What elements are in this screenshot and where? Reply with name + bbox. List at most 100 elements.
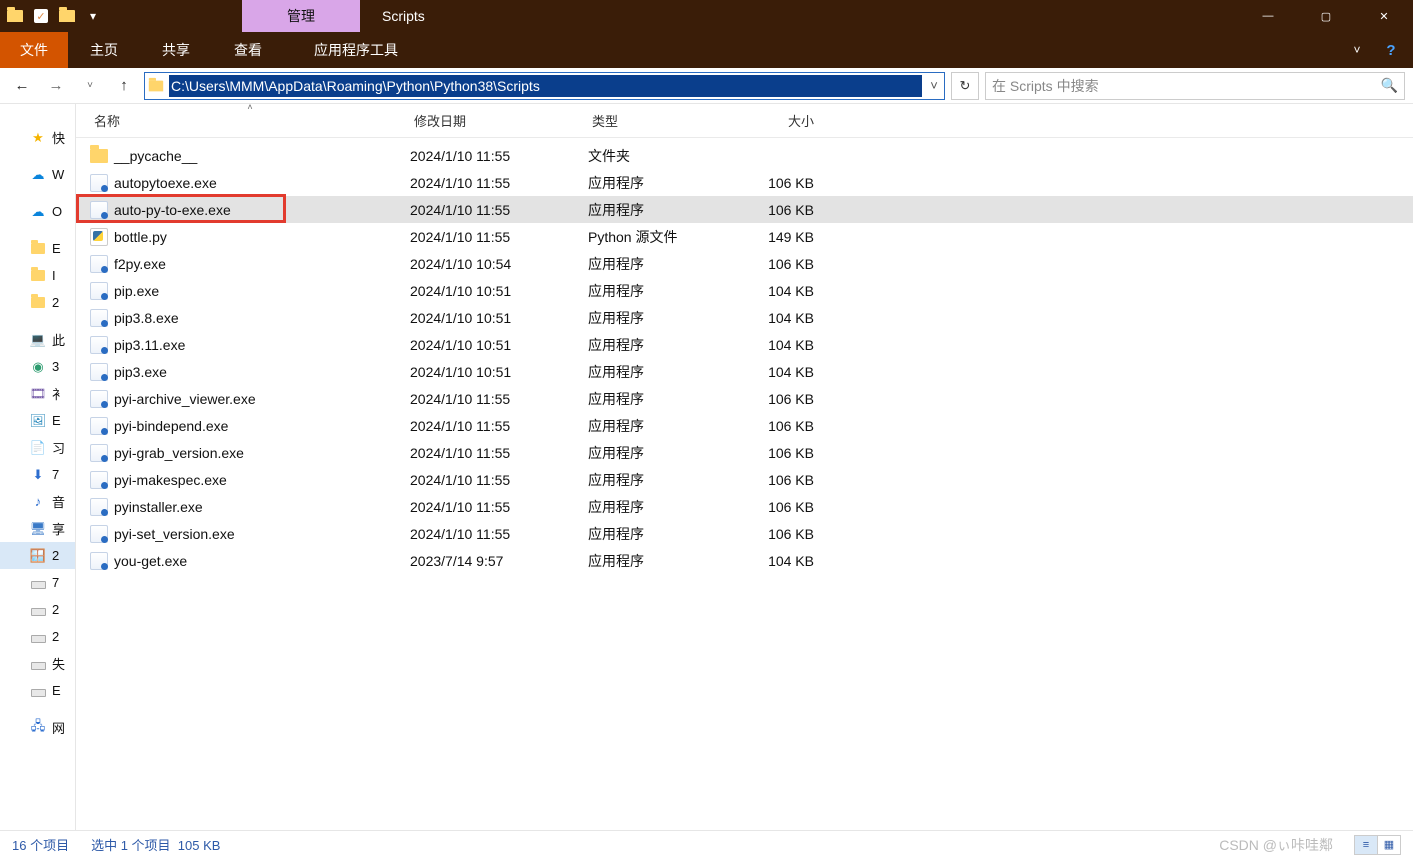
sidebar-item[interactable]: 🖥享 xyxy=(0,515,75,542)
file-size: 106 KB xyxy=(768,391,814,407)
sidebar-item[interactable]: 🖧网 xyxy=(0,714,75,741)
file-date: 2024/1/10 10:51 xyxy=(410,310,511,326)
sidebar-item-label: 衤 xyxy=(52,384,65,403)
file-name: auto-py-to-exe.exe xyxy=(114,202,231,218)
sidebar-item[interactable]: 💻此 xyxy=(0,326,75,353)
sidebar-item[interactable]: 7 xyxy=(0,569,75,596)
sidebar-item[interactable]: E xyxy=(0,677,75,704)
ribbon-tab-view[interactable]: 查看 xyxy=(212,32,284,68)
search-input[interactable] xyxy=(992,78,1381,94)
collapse-ribbon-icon[interactable]: ˅ xyxy=(1345,38,1369,62)
file-row[interactable]: pip3.8.exe2024/1/10 10:51应用程序104 KB xyxy=(76,304,1413,331)
file-row[interactable]: pip3.exe2024/1/10 10:51应用程序104 KB xyxy=(76,358,1413,385)
address-dropdown-icon[interactable]: ˅ xyxy=(924,78,944,93)
sidebar-item[interactable]: ☁W xyxy=(0,161,75,188)
ribbon-tab-share[interactable]: 共享 xyxy=(140,32,212,68)
sidebar-item[interactable]: 2 xyxy=(0,596,75,623)
details-view-button[interactable]: ≡ xyxy=(1354,835,1378,855)
file-row[interactable]: pip.exe2024/1/10 10:51应用程序104 KB xyxy=(76,277,1413,304)
column-date[interactable]: 修改日期 xyxy=(410,104,588,137)
file-date: 2024/1/10 11:55 xyxy=(410,499,510,515)
close-button[interactable]: ✕ xyxy=(1355,0,1413,32)
search-icon[interactable]: 🔍 xyxy=(1381,77,1398,94)
help-icon[interactable]: ? xyxy=(1379,38,1403,62)
address-bar[interactable]: ˅ xyxy=(144,72,945,100)
exe-icon xyxy=(90,471,108,489)
ribbon-tab-home[interactable]: 主页 xyxy=(68,32,140,68)
file-row[interactable]: pyi-bindepend.exe2024/1/10 11:55应用程序106 … xyxy=(76,412,1413,439)
watermark: CSDN @ぃ咔哇鄰 xyxy=(1219,835,1333,855)
sidebar-item[interactable]: 2 xyxy=(0,623,75,650)
file-date: 2024/1/10 10:51 xyxy=(410,364,511,380)
sidebar-item-label: E xyxy=(52,241,61,256)
ribbon-tab-file[interactable]: 文件 xyxy=(0,32,68,68)
maximize-button[interactable]: ▢ xyxy=(1297,0,1355,32)
ribbon-tabs: 文件 主页 共享 查看 应用程序工具 ˅ ? xyxy=(0,32,1413,68)
selection-info: 选中 1 个项目 105 KB xyxy=(91,835,220,854)
properties-icon[interactable]: ✓ xyxy=(32,7,50,25)
file-row[interactable]: you-get.exe2023/7/14 9:57应用程序104 KB xyxy=(76,547,1413,574)
refresh-button[interactable]: ↻ xyxy=(951,72,979,100)
file-row[interactable]: __pycache__2024/1/10 11:55文件夹 xyxy=(76,142,1413,169)
navigation-pane[interactable]: ★快☁W☁OEI2💻此◉3🎞衤🖼E📄习⬇7♪音🖥享🪟2722失E🖧网 xyxy=(0,104,76,830)
file-type: 应用程序 xyxy=(588,470,644,490)
column-name[interactable]: ˄ 名称 xyxy=(90,104,410,137)
sidebar-item-label: O xyxy=(52,204,62,219)
sidebar-item[interactable]: ◉3 xyxy=(0,353,75,380)
sidebar-item[interactable]: ♪音 xyxy=(0,488,75,515)
sidebar-item[interactable]: 📄习 xyxy=(0,434,75,461)
file-date: 2024/1/10 11:55 xyxy=(410,175,510,191)
search-box[interactable]: 🔍 xyxy=(985,72,1405,100)
file-row[interactable]: pyinstaller.exe2024/1/10 11:55应用程序106 KB xyxy=(76,493,1413,520)
sidebar-item[interactable]: 🪟2 xyxy=(0,542,75,569)
recent-locations-icon[interactable]: ˅ xyxy=(76,72,104,100)
file-type: 应用程序 xyxy=(588,335,644,355)
back-button[interactable]: ← xyxy=(8,72,36,100)
minimize-button[interactable]: — xyxy=(1239,0,1297,32)
file-date: 2024/1/10 10:51 xyxy=(410,337,511,353)
file-row[interactable]: pyi-makespec.exe2024/1/10 11:55应用程序106 K… xyxy=(76,466,1413,493)
column-type[interactable]: 类型 xyxy=(588,104,738,137)
file-type: 应用程序 xyxy=(588,497,644,517)
file-type: 应用程序 xyxy=(588,443,644,463)
address-input[interactable] xyxy=(169,75,922,97)
sidebar-item-label: 失 xyxy=(52,654,65,673)
contextual-tab-manage[interactable]: 管理 xyxy=(242,0,360,32)
file-row[interactable]: pyi-archive_viewer.exe2024/1/10 11:55应用程… xyxy=(76,385,1413,412)
file-name: pyinstaller.exe xyxy=(114,499,203,515)
folder-icon[interactable] xyxy=(58,7,76,25)
sidebar-item[interactable]: I xyxy=(0,262,75,289)
file-row[interactable]: pyi-grab_version.exe2024/1/10 11:55应用程序1… xyxy=(76,439,1413,466)
qat-dropdown-icon[interactable]: ▾ xyxy=(84,7,102,25)
forward-button[interactable]: → xyxy=(42,72,70,100)
up-button[interactable]: ↑ xyxy=(110,72,138,100)
column-headers[interactable]: ˄ 名称 修改日期 类型 大小 xyxy=(76,104,1413,138)
sidebar-item[interactable]: 失 xyxy=(0,650,75,677)
column-size[interactable]: 大小 xyxy=(738,104,822,137)
sidebar-item[interactable]: 🎞衤 xyxy=(0,380,75,407)
icons-view-button[interactable]: ▦ xyxy=(1377,835,1401,855)
file-row[interactable]: pip3.11.exe2024/1/10 10:51应用程序104 KB xyxy=(76,331,1413,358)
sidebar-item[interactable]: E xyxy=(0,235,75,262)
file-type: 应用程序 xyxy=(588,254,644,274)
file-name: pyi-archive_viewer.exe xyxy=(114,391,256,407)
ribbon-tab-app-tools[interactable]: 应用程序工具 xyxy=(292,32,420,68)
file-row[interactable]: autopytoexe.exe2024/1/10 11:55应用程序106 KB xyxy=(76,169,1413,196)
file-row[interactable]: auto-py-to-exe.exe2024/1/10 11:55应用程序106… xyxy=(76,196,1413,223)
sidebar-item-label: 享 xyxy=(52,519,65,538)
file-size: 106 KB xyxy=(768,256,814,272)
sidebar-item[interactable]: 🖼E xyxy=(0,407,75,434)
sidebar-item-label: 2 xyxy=(52,295,59,310)
file-row[interactable]: f2py.exe2024/1/10 10:54应用程序106 KB xyxy=(76,250,1413,277)
file-name: you-get.exe xyxy=(114,553,187,569)
file-row[interactable]: bottle.py2024/1/10 11:55Python 源文件149 KB xyxy=(76,223,1413,250)
folder-icon[interactable] xyxy=(6,7,24,25)
file-row[interactable]: pyi-set_version.exe2024/1/10 11:55应用程序10… xyxy=(76,520,1413,547)
sidebar-item[interactable]: ⬇7 xyxy=(0,461,75,488)
sidebar-item[interactable]: ☁O xyxy=(0,198,75,225)
file-rows[interactable]: __pycache__2024/1/10 11:55文件夹autopytoexe… xyxy=(76,138,1413,830)
exe-icon xyxy=(90,363,108,381)
file-type: 应用程序 xyxy=(588,281,644,301)
sidebar-item[interactable]: 2 xyxy=(0,289,75,316)
sidebar-item[interactable]: ★快 xyxy=(0,124,75,151)
